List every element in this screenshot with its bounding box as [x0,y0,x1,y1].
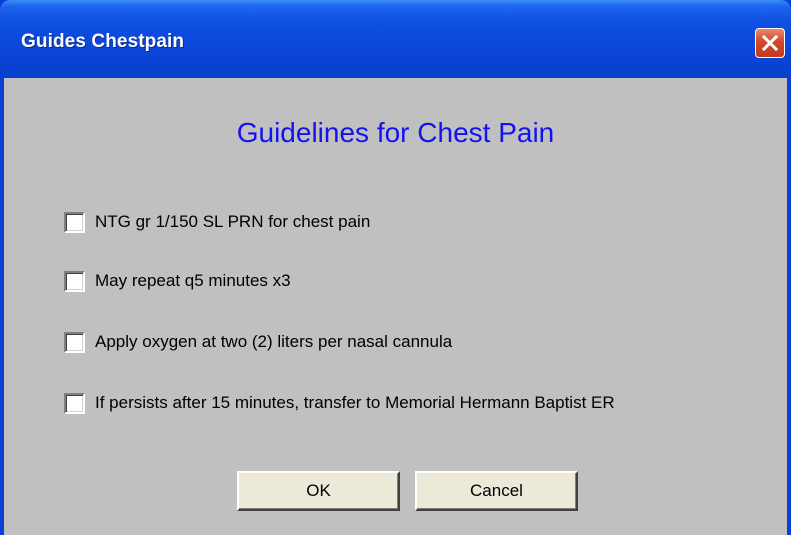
guideline-label: NTG gr 1/150 SL PRN for chest pain [95,212,371,231]
guideline-label: May repeat q5 minutes x3 [95,271,291,290]
dialog-window: Guides Chestpain Guidelines for Chest Pa… [0,0,791,535]
ok-button[interactable]: OK [237,471,400,511]
window-title: Guides Chestpain [21,31,185,52]
guideline-item-transfer[interactable]: If persists after 15 minutes, transfer t… [64,392,615,414]
guidelines-heading: Guidelines for Chest Pain [236,117,555,148]
guideline-checkbox[interactable] [64,270,85,292]
guideline-label: If persists after 15 minutes, transfer t… [95,393,615,412]
guideline-checkbox[interactable] [64,331,85,353]
title-bar[interactable]: Guides Chestpain [0,0,791,78]
dialog-body: Guidelines for Chest Pain NTG gr 1/150 S… [4,78,787,535]
guideline-item-ntg[interactable]: NTG gr 1/150 SL PRN for chest pain [64,211,370,233]
guideline-item-repeat[interactable]: May repeat q5 minutes x3 [64,270,291,292]
close-button[interactable] [755,28,785,58]
guideline-checkbox[interactable] [64,211,85,233]
close-icon [761,34,779,52]
cancel-button[interactable]: Cancel [415,471,578,511]
guideline-label: Apply oxygen at two (2) liters per nasal… [95,332,453,351]
guideline-item-oxygen[interactable]: Apply oxygen at two (2) liters per nasal… [64,331,452,353]
guideline-checkbox[interactable] [64,392,85,414]
